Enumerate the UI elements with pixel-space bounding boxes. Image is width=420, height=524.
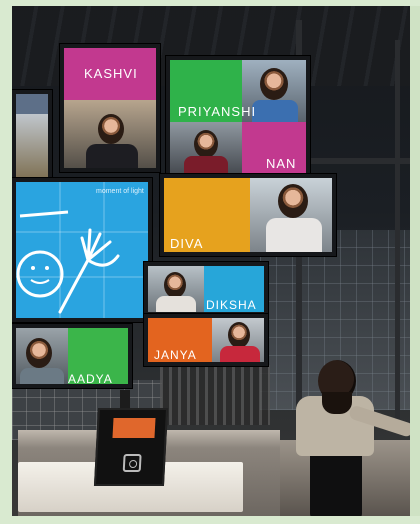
screen-diva: DIVA	[160, 174, 336, 256]
nan-photo	[170, 122, 242, 174]
display-rack	[160, 365, 270, 425]
person-hair	[322, 392, 352, 414]
shirt	[156, 296, 196, 312]
shirt	[20, 368, 64, 384]
screen-diksha: DIKSHA	[144, 262, 268, 316]
kashvi-name-label: KASHVI	[84, 66, 138, 81]
screen-janya: JANYA	[144, 314, 268, 366]
photo-border-left	[0, 0, 12, 524]
nan-name-label: NAN	[266, 156, 297, 171]
photo-border-top	[0, 0, 420, 6]
kiosk-screen	[112, 418, 156, 438]
priyanshi-name-label: PRIYANSHI	[178, 104, 257, 119]
screen-kashvi: KASHVI	[60, 44, 160, 172]
scanner-icon	[122, 454, 142, 472]
shirt	[266, 218, 322, 252]
shirt	[220, 346, 260, 362]
diva-name-label: DIVA	[170, 236, 204, 251]
face	[278, 184, 308, 218]
screen-photo	[16, 114, 48, 181]
hand-wave-doodle-icon	[16, 182, 148, 318]
kashvi-photo	[64, 100, 156, 168]
person-legs	[310, 452, 362, 518]
aadya-name-label: AADYA	[68, 372, 113, 386]
face	[164, 272, 186, 298]
aadya-photo	[16, 328, 68, 384]
shirt	[86, 144, 138, 168]
photo-border-bottom	[0, 516, 420, 524]
screen-moment-of-light: moment of light	[12, 178, 152, 322]
photo-scene: KASHVI PRIYANSHI NAN moment of light DIV…	[0, 0, 420, 524]
diksha-name-label: DIKSHA	[206, 298, 257, 312]
photo-border-right	[410, 0, 420, 524]
steel-beam	[300, 158, 410, 164]
steel-pillar	[395, 40, 400, 420]
janya-name-label: JANYA	[154, 348, 197, 362]
shirt	[252, 100, 298, 122]
screen-priyanshi: PRIYANSHI NAN	[166, 56, 310, 178]
face	[194, 130, 218, 158]
janya-photo	[212, 318, 264, 362]
diva-photo	[250, 178, 332, 252]
kiosk-terminal	[93, 408, 169, 486]
diksha-photo	[148, 266, 204, 312]
face	[26, 338, 52, 368]
face	[228, 322, 250, 348]
face	[260, 68, 288, 100]
face	[98, 114, 124, 144]
screen-aadya: AADYA	[12, 324, 132, 388]
screen-partial-left	[12, 90, 52, 185]
